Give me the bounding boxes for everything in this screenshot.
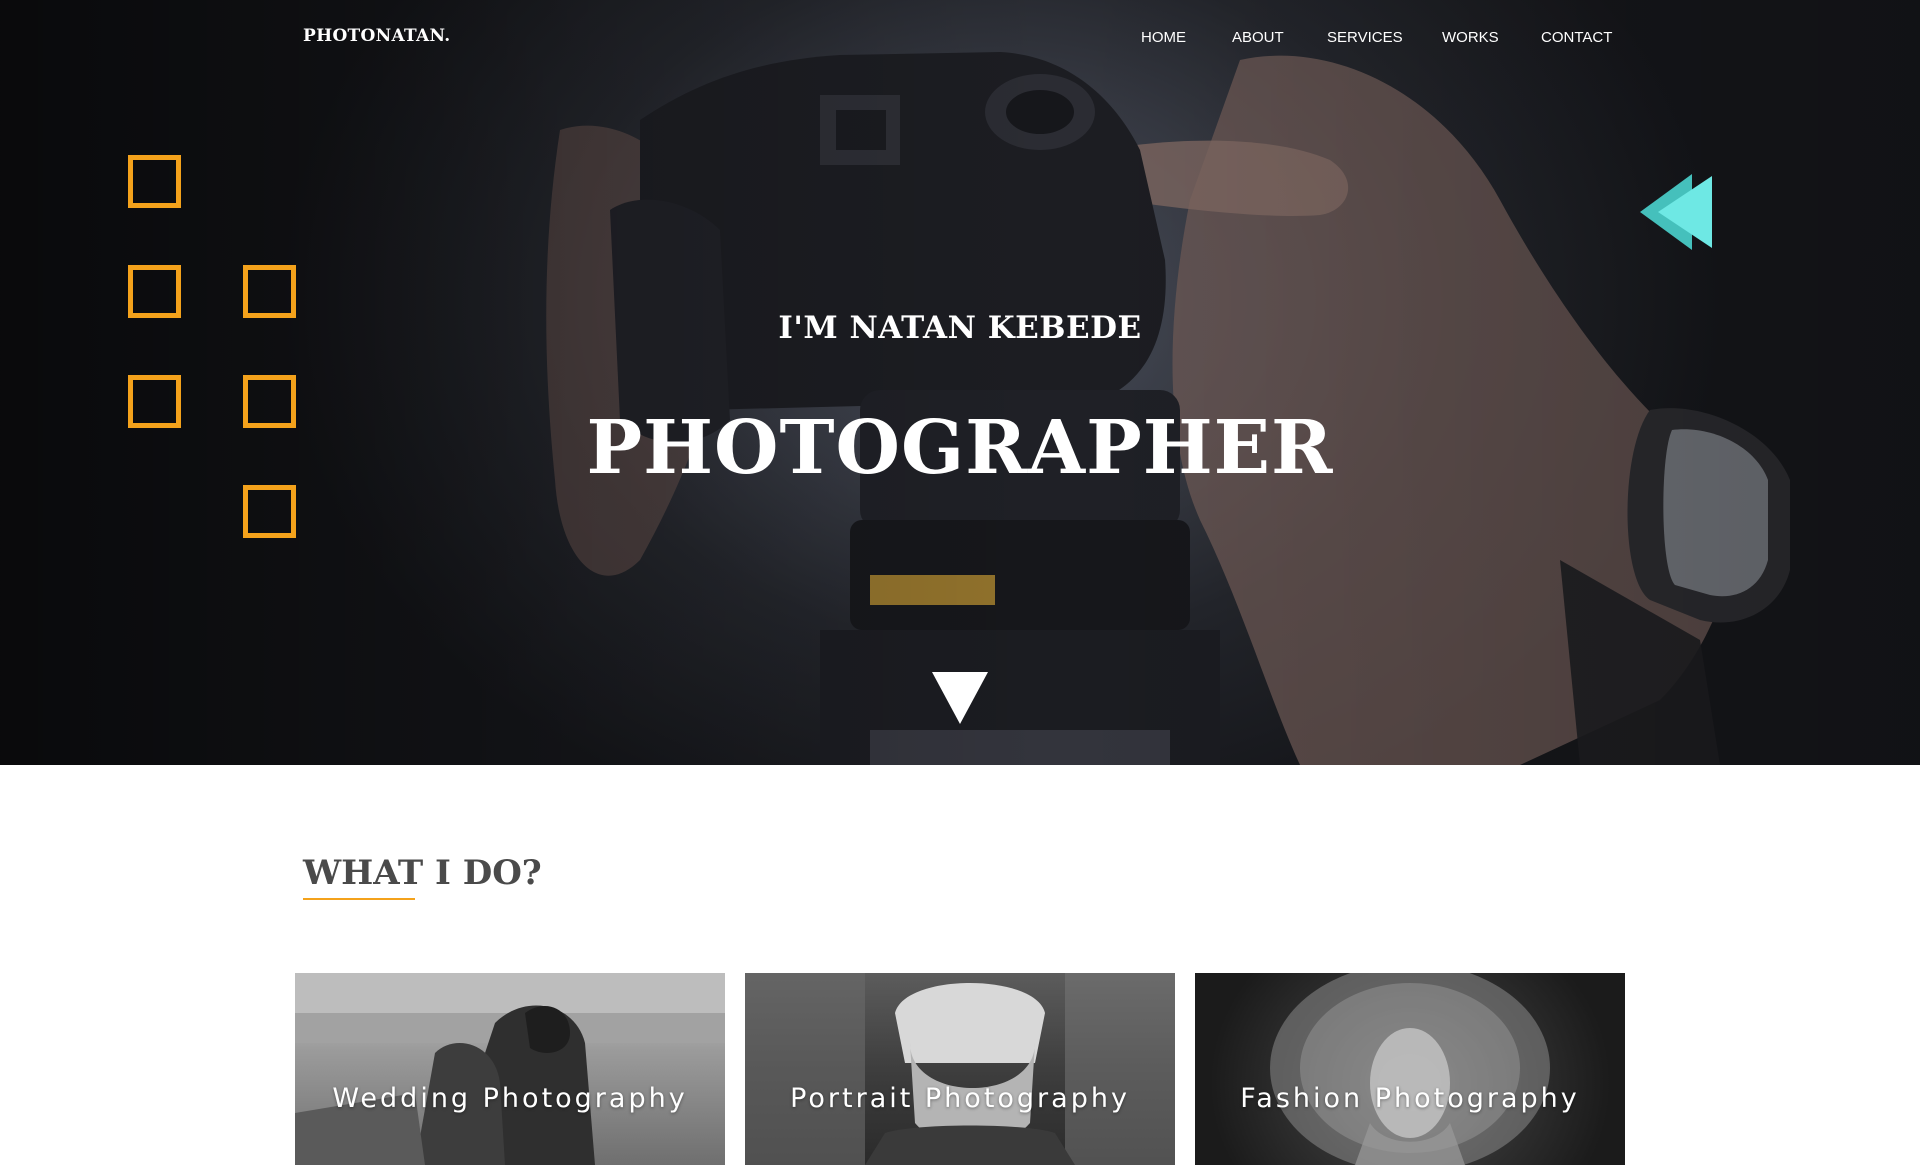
nav-about[interactable]: ABOUT [1232, 29, 1284, 46]
triangle-down-icon[interactable] [932, 672, 988, 724]
card-photo [295, 973, 725, 1165]
card-photo [745, 973, 1175, 1165]
section-title: WHAT I DO? [303, 853, 542, 893]
hero-title: PHOTOGRAPHER [586, 405, 1334, 491]
hero-section: PHOTONATAN. HOME ABOUT SERVICES WORKS CO… [0, 0, 1920, 765]
decor-square [243, 485, 296, 538]
brand-logo[interactable]: PHOTONATAN. [303, 26, 451, 46]
card-label: Portrait Photography [790, 1083, 1130, 1114]
card-photo [1270, 973, 1550, 1165]
rewind-icon[interactable] [1640, 174, 1712, 250]
nav-services[interactable]: SERVICES [1327, 29, 1403, 46]
card-label: Wedding Photography [332, 1083, 688, 1114]
nav-home[interactable]: HOME [1141, 29, 1186, 46]
service-card-wedding[interactable]: Wedding Photography [295, 973, 725, 1165]
service-card-fashion[interactable]: Fashion Photography [1195, 973, 1625, 1165]
nav-contact[interactable]: CONTACT [1541, 29, 1612, 46]
hero-subtitle: I'M NATAN KEBEDE [778, 310, 1142, 346]
decor-square [128, 155, 181, 208]
card-label: Fashion Photography [1240, 1083, 1580, 1114]
nav-works[interactable]: WORKS [1442, 29, 1499, 46]
section-underline [303, 898, 415, 900]
service-card-portrait[interactable]: Portrait Photography [745, 973, 1175, 1165]
